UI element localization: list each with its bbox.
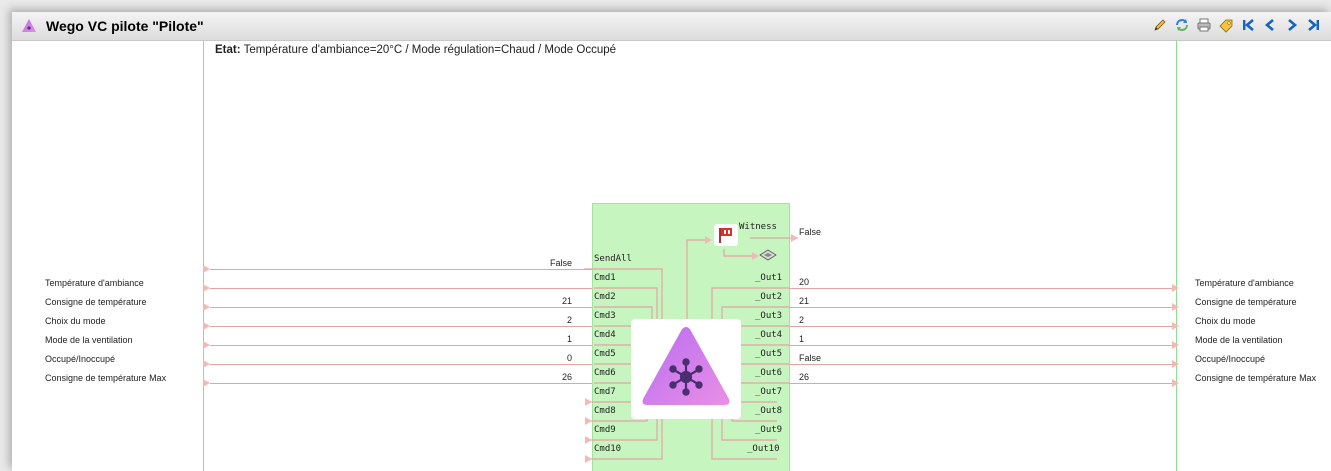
first-page-icon[interactable] <box>1239 16 1257 34</box>
output-port-4[interactable] <box>1172 341 1179 349</box>
pin-cmd8: Cmd8 <box>594 406 616 416</box>
last-page-icon[interactable] <box>1305 16 1323 34</box>
flag-icon <box>714 224 738 246</box>
toolbar <box>1151 16 1323 34</box>
diagram-canvas: Etat: Température d'ambiance=20°C / Mode… <box>12 41 1331 471</box>
output-port-1[interactable] <box>1172 284 1179 292</box>
output-value-3: 2 <box>799 315 805 325</box>
pin-cmd4: Cmd4 <box>594 330 616 340</box>
pin-out3: _Out3 <box>755 311 783 321</box>
output-wire-6 <box>789 383 1175 384</box>
output-wire-2 <box>789 307 1175 308</box>
refresh-icon[interactable] <box>1173 16 1191 34</box>
pin-out6: _Out6 <box>755 368 783 378</box>
witness-value: False <box>799 227 822 237</box>
pin-out4: _Out4 <box>755 330 783 340</box>
pin-cmd2: Cmd2 <box>594 292 616 302</box>
output-value-5: False <box>799 353 822 363</box>
pin-out9: _Out9 <box>755 425 783 435</box>
output-port-6[interactable] <box>1172 379 1179 387</box>
output-label-4: Mode de la ventilation <box>1195 335 1283 345</box>
next-page-icon[interactable] <box>1283 16 1301 34</box>
pin-cmd9: Cmd9 <box>594 425 616 435</box>
network-hub-icon <box>642 327 730 405</box>
pin-cmd1: Cmd1 <box>594 273 616 283</box>
output-wire-3 <box>789 326 1175 327</box>
pin-out2: _Out2 <box>755 292 783 302</box>
previous-page-icon[interactable] <box>1261 16 1279 34</box>
pin-out7: _Out7 <box>755 387 783 397</box>
pin-out5: _Out5 <box>755 349 783 359</box>
pin-out10: _Out10 <box>747 444 780 454</box>
pin-witness: Witness <box>739 222 777 232</box>
output-port-2[interactable] <box>1172 303 1179 311</box>
output-label-1: Température d'ambiance <box>1195 278 1294 288</box>
pin-cmd7: Cmd7 <box>594 387 616 397</box>
output-value-6: 26 <box>799 372 810 382</box>
output-label-5: Occupé/Inoccupé <box>1195 354 1266 364</box>
output-label-6: Consigne de température Max <box>1195 373 1317 383</box>
output-value-4: 1 <box>799 334 805 344</box>
output-wire-5 <box>789 364 1175 365</box>
output-value-1: 20 <box>799 277 810 287</box>
pin-cmd10: Cmd10 <box>594 444 622 454</box>
pin-cmd5: Cmd5 <box>594 349 616 359</box>
output-wire-1 <box>789 288 1175 289</box>
title-bar: Wego VC pilote "Pilote" <box>12 12 1331 41</box>
app-logo-icon <box>22 19 36 32</box>
output-wire-4 <box>789 345 1175 346</box>
application-window: Wego VC pilote "Pilote" Etat: Températur… <box>12 12 1331 471</box>
pin-out1: _Out1 <box>755 273 783 283</box>
print-icon[interactable] <box>1195 16 1213 34</box>
output-label-3: Choix du mode <box>1195 316 1256 326</box>
tag-icon[interactable] <box>1217 16 1235 34</box>
pin-cmd6: Cmd6 <box>594 368 616 378</box>
pin-out8: _Out8 <box>755 406 783 416</box>
device-icon <box>759 249 777 261</box>
edit-icon[interactable] <box>1151 16 1169 34</box>
output-value-2: 21 <box>799 296 810 306</box>
output-label-2: Consigne de température <box>1195 297 1297 307</box>
window-title: Wego VC pilote "Pilote" <box>46 18 204 34</box>
block-icon-card[interactable] <box>631 319 741 419</box>
pin-sendall: SendAll <box>594 254 632 264</box>
output-port-5[interactable] <box>1172 360 1179 368</box>
output-port-3[interactable] <box>1172 322 1179 330</box>
pin-cmd3: Cmd3 <box>594 311 616 321</box>
